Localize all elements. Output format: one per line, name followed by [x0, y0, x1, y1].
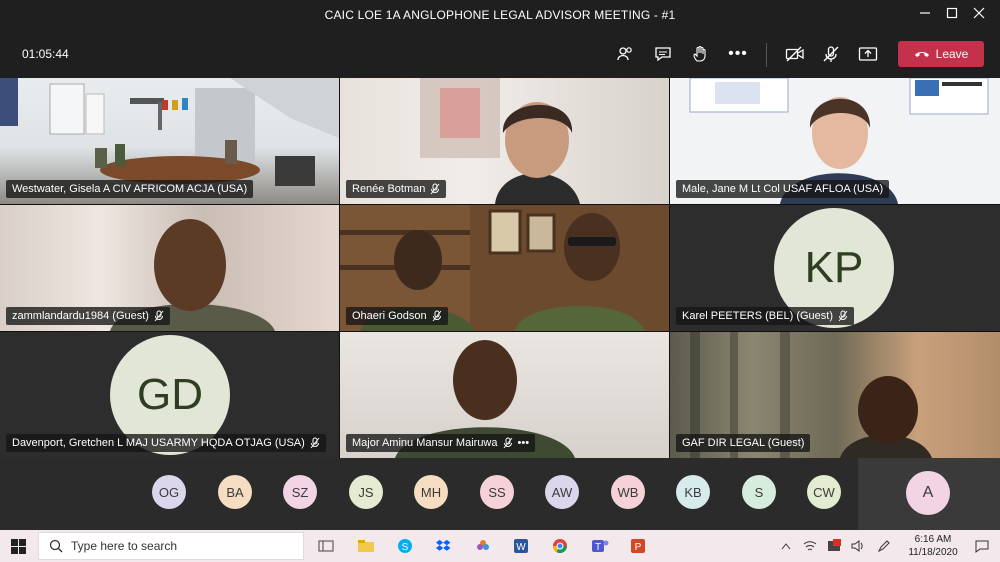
self-view[interactable]: A	[858, 458, 1000, 530]
participant-avatar-small[interactable]: KB	[676, 475, 710, 509]
video-tile[interactable]: Male, Jane M Lt Col USAF AFLOA (USA)	[670, 78, 1000, 204]
svg-text:W: W	[516, 542, 526, 553]
video-tile[interactable]: GD Davenport, Gretchen L MAJ USARMY HQDA…	[0, 332, 339, 458]
taskbar-clock[interactable]: 6:16 AM 11/18/2020	[898, 533, 968, 559]
participant-name-tag: Westwater, Gisela A CIV AFRICOM ACJA (US…	[6, 180, 253, 198]
file-explorer-icon[interactable]	[356, 536, 376, 556]
search-icon	[49, 539, 63, 553]
video-tile[interactable]: KP Karel PEETERS (BEL) (Guest)	[670, 205, 1000, 331]
phone-hangup-icon	[914, 49, 930, 59]
participant-name: zammlandardu1984 (Guest)	[12, 307, 149, 325]
mic-off-icon	[503, 437, 513, 449]
share-screen-icon[interactable]	[857, 43, 879, 65]
camera-off-icon[interactable]	[784, 43, 806, 65]
participant-avatar-small[interactable]: CW	[807, 475, 841, 509]
svg-text:T: T	[595, 542, 601, 553]
participant-avatar-small[interactable]: WB	[611, 475, 645, 509]
leave-button[interactable]: Leave	[898, 41, 984, 67]
mic-off-icon	[430, 183, 440, 195]
flower-app-icon[interactable]	[473, 536, 493, 556]
window-title: CAIC LOE 1A ANGLOPHONE LEGAL ADVISOR MEE…	[0, 8, 1000, 22]
participants-icon[interactable]	[614, 43, 636, 65]
toolbar-divider	[766, 43, 767, 67]
participant-name: Major Aminu Mansur Mairuwa	[352, 434, 498, 452]
skype-icon[interactable]: S	[395, 536, 415, 556]
svg-text:S: S	[402, 542, 409, 553]
dropbox-icon[interactable]	[434, 536, 454, 556]
maximize-icon[interactable]	[941, 4, 963, 26]
chrome-icon[interactable]	[550, 536, 570, 556]
participant-strip: OG BA SZ JS MH SS AW WB KB S CW A	[0, 458, 1000, 530]
mic-off-icon	[154, 310, 164, 322]
taskbar-search-box[interactable]: Type here to search	[38, 532, 304, 560]
search-placeholder: Type here to search	[71, 539, 177, 553]
close-icon[interactable]	[968, 4, 990, 26]
participant-name-tag: Ohaeri Godson	[346, 307, 448, 325]
video-tile[interactable]: Renée Botman	[340, 78, 669, 204]
notification-badge-icon[interactable]	[824, 536, 844, 556]
mic-off-icon	[838, 310, 848, 322]
self-avatar: A	[906, 471, 950, 515]
video-tile[interactable]: zammlandardu1984 (Guest)	[0, 205, 339, 331]
window-titlebar: CAIC LOE 1A ANGLOPHONE LEGAL ADVISOR MEE…	[0, 0, 1000, 30]
meeting-toolbar: 01:05:44 ••• Leave	[0, 30, 1000, 78]
word-icon[interactable]: W	[511, 536, 531, 556]
meeting-timer: 01:05:44	[22, 47, 69, 61]
task-view-icon[interactable]	[316, 536, 336, 556]
video-tile[interactable]: Major Aminu Mansur Mairuwa •••	[340, 332, 669, 458]
participant-name: Renée Botman	[352, 180, 425, 198]
mic-off-icon[interactable]	[820, 43, 842, 65]
powerpoint-icon[interactable]: P	[628, 536, 648, 556]
windows-start-icon[interactable]	[8, 536, 28, 556]
mic-off-icon	[310, 437, 320, 449]
raise-hand-icon[interactable]	[689, 43, 711, 65]
video-tile[interactable]: Ohaeri Godson	[340, 205, 669, 331]
teams-icon[interactable]: T	[590, 536, 610, 556]
participant-name: GAF DIR LEGAL (Guest)	[682, 434, 804, 452]
participant-name: Ohaeri Godson	[352, 307, 427, 325]
participant-name: Westwater, Gisela A CIV AFRICOM ACJA (US…	[12, 180, 247, 198]
participant-name-tag: zammlandardu1984 (Guest)	[6, 307, 170, 325]
participant-avatar-small[interactable]: S	[742, 475, 776, 509]
leave-label: Leave	[936, 47, 969, 61]
video-tile[interactable]: GAF DIR LEGAL (Guest)	[670, 332, 1000, 458]
participant-name-tag: Male, Jane M Lt Col USAF AFLOA (USA)	[676, 180, 889, 198]
chat-icon[interactable]	[652, 43, 674, 65]
participant-avatar-small[interactable]: SZ	[283, 475, 317, 509]
more-options-icon[interactable]: •••	[727, 43, 749, 65]
svg-text:P: P	[635, 542, 642, 553]
mic-off-icon	[432, 310, 442, 322]
participant-avatar-small[interactable]: BA	[218, 475, 252, 509]
participant-name: Davenport, Gretchen L MAJ USARMY HQDA OT…	[12, 434, 305, 452]
participant-name-tag: Renée Botman	[346, 180, 446, 198]
minimize-icon[interactable]	[914, 4, 936, 26]
chevron-up-icon[interactable]	[776, 536, 796, 556]
participant-avatar-small[interactable]: JS	[349, 475, 383, 509]
wifi-icon[interactable]	[800, 536, 820, 556]
action-center-icon[interactable]	[972, 536, 992, 556]
participant-name-tag: GAF DIR LEGAL (Guest)	[676, 434, 810, 452]
pen-icon[interactable]	[874, 536, 894, 556]
participant-name-tag: Major Aminu Mansur Mairuwa •••	[346, 434, 535, 452]
video-grid: Westwater, Gisela A CIV AFRICOM ACJA (US…	[0, 78, 1000, 458]
volume-icon[interactable]	[848, 536, 868, 556]
participant-name: Male, Jane M Lt Col USAF AFLOA (USA)	[682, 180, 883, 198]
tile-more-options[interactable]: •••	[518, 434, 530, 452]
participant-avatar-small[interactable]: AW	[545, 475, 579, 509]
participant-avatar-small[interactable]: OG	[152, 475, 186, 509]
participant-name: Karel PEETERS (BEL) (Guest)	[682, 307, 833, 325]
clock-date: 11/18/2020	[898, 546, 968, 559]
participant-name-tag: Davenport, Gretchen L MAJ USARMY HQDA OT…	[6, 434, 326, 452]
clock-time: 6:16 AM	[898, 533, 968, 546]
participant-name-tag: Karel PEETERS (BEL) (Guest)	[676, 307, 854, 325]
participant-avatar-small[interactable]: SS	[480, 475, 514, 509]
video-tile[interactable]: Westwater, Gisela A CIV AFRICOM ACJA (US…	[0, 78, 339, 204]
participant-avatar-small[interactable]: MH	[414, 475, 448, 509]
windows-taskbar: Type here to search S W T P 6:16 AM	[0, 530, 1000, 562]
